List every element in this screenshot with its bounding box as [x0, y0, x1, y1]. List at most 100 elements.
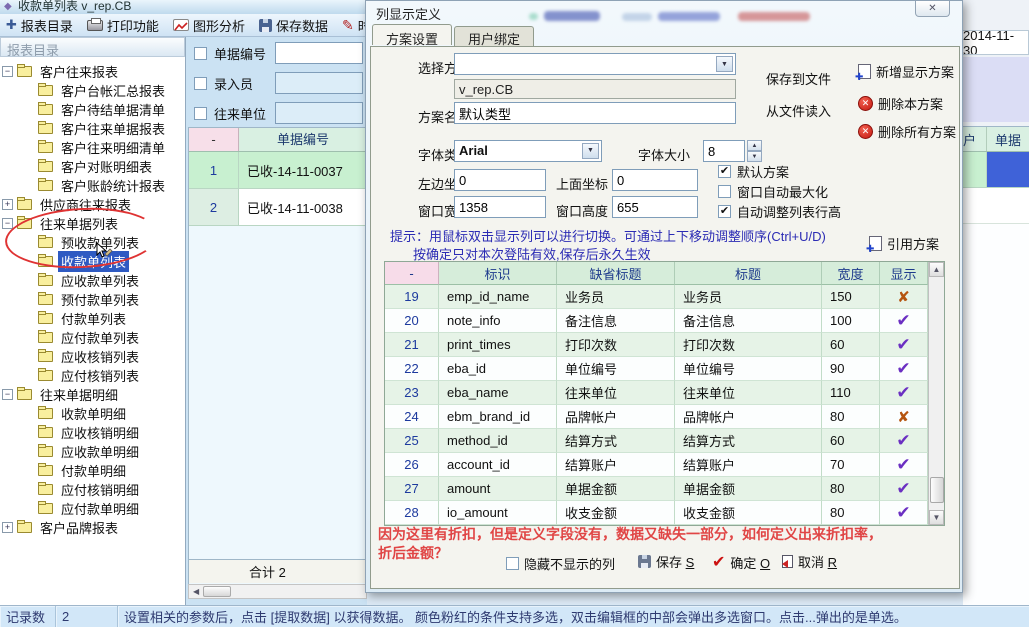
close-icon[interactable]: ✕: [915, 1, 950, 17]
font-size-input[interactable]: [703, 140, 745, 162]
hidden-x-icon[interactable]: ✘: [880, 285, 928, 309]
tree-item-label[interactable]: 应收款单列表: [58, 270, 142, 291]
quote-scheme-button[interactable]: 引用方案: [869, 234, 939, 253]
tree-item[interactable]: 应付款单列表: [0, 328, 185, 347]
font-type-select[interactable]: Arial ▼: [454, 140, 602, 162]
date-field[interactable]: 2014-11-30: [963, 30, 1029, 55]
tree-item[interactable]: −往来单据明细: [0, 385, 185, 404]
column-row[interactable]: 19emp_id_name业务员业务员150✘: [385, 285, 928, 309]
tree-item-label[interactable]: 客户往来明细清单: [58, 137, 168, 158]
tree-item[interactable]: 客户往来单据报表: [0, 119, 185, 138]
checkbox-checked-icon[interactable]: ✔: [718, 205, 731, 218]
entry-clerk-checkbox[interactable]: [194, 77, 207, 90]
tree-item[interactable]: − 客户往来报表: [0, 62, 185, 81]
font-size-stepper[interactable]: ▲▼: [747, 140, 762, 162]
visible-check-icon[interactable]: ✔: [880, 381, 928, 405]
column-row[interactable]: 20note_info备注信息备注信息100✔: [385, 309, 928, 333]
option-checkbox[interactable]: ✔默认方案: [718, 161, 841, 181]
expand-icon[interactable]: +: [2, 199, 13, 210]
tree-item[interactable]: 收款单明细: [0, 404, 185, 423]
doc-no-cell[interactable]: 已收-14-11-0037: [239, 152, 367, 188]
visible-check-icon[interactable]: ✔: [880, 453, 928, 477]
delete-scheme-button[interactable]: ✕ 删除本方案: [858, 94, 943, 113]
doc-no-input[interactable]: [275, 42, 363, 64]
delete-all-schemes-button[interactable]: ✕ 删除所有方案: [858, 122, 956, 141]
tree-item-label[interactable]: 付款单明细: [58, 460, 129, 481]
checkbox-box[interactable]: [718, 185, 731, 198]
column-row[interactable]: 26account_id结算账户结算账户70✔: [385, 453, 928, 477]
checkbox-box[interactable]: [506, 557, 519, 570]
tree-item-label[interactable]: 客户往来单据报表: [58, 118, 168, 139]
hide-columns-checkbox[interactable]: 隐藏不显示的列: [506, 554, 615, 573]
tree-item[interactable]: 付款单列表: [0, 309, 185, 328]
tree-item[interactable]: +客户品牌报表: [0, 518, 185, 537]
scroll-left-icon[interactable]: ◀: [189, 587, 203, 596]
column-row[interactable]: 21print_times打印次数打印次数60✔: [385, 333, 928, 357]
window-height-input[interactable]: [612, 196, 698, 218]
tree-item[interactable]: 客户账龄统计报表: [0, 176, 185, 195]
scheme-select[interactable]: ▼: [454, 53, 736, 75]
tree-item[interactable]: 客户台帐汇总报表: [0, 81, 185, 100]
grid-row[interactable]: 1 已收-14-11-0037: [189, 152, 367, 189]
ok-button[interactable]: ✔ 确定 O: [712, 552, 770, 572]
column-row[interactable]: 24ebm_brand_id品牌帐户品牌帐户80✘: [385, 405, 928, 429]
report-catalog-button[interactable]: ✚ 报表目录: [6, 16, 73, 35]
counterparty-input[interactable]: [275, 102, 363, 124]
visible-check-icon[interactable]: ✔: [880, 429, 928, 453]
tree-item[interactable]: 应付核销明细: [0, 480, 185, 499]
tree-item-label[interactable]: 预付款单列表: [58, 289, 142, 310]
grid-row[interactable]: 2 已收-14-11-0038: [189, 189, 367, 226]
column-row[interactable]: 22eba_id单位编号单位编号90✔: [385, 357, 928, 381]
top-coord-input[interactable]: [612, 169, 698, 191]
visible-check-icon[interactable]: ✔: [880, 309, 928, 333]
collapse-icon[interactable]: −: [2, 66, 13, 77]
load-from-file-link[interactable]: 从文件读入: [766, 101, 831, 120]
tree-item[interactable]: 应收款单明细: [0, 442, 185, 461]
column-row[interactable]: 28io_amount收支金额收支金额80✔: [385, 501, 928, 525]
tree-item[interactable]: 客户往来明细清单: [0, 138, 185, 157]
tree-item-label[interactable]: 客户对账明细表: [58, 156, 155, 177]
option-checkbox[interactable]: 窗口自动最大化: [718, 181, 841, 201]
tree-item[interactable]: 应付款单明细: [0, 499, 185, 518]
tree-item[interactable]: 应收核销列表: [0, 347, 185, 366]
tree-item-label[interactable]: 应付款单列表: [58, 327, 142, 348]
visible-check-icon[interactable]: ✔: [880, 501, 928, 525]
tree-item[interactable]: 应付核销列表: [0, 366, 185, 385]
tree-item-label[interactable]: 收款单明细: [58, 403, 129, 424]
tree-item-label[interactable]: 应收核销列表: [58, 346, 142, 367]
tab-scheme-settings[interactable]: 方案设置: [372, 24, 452, 45]
tree-item[interactable]: 应收核销明细: [0, 423, 185, 442]
visible-check-icon[interactable]: ✔: [880, 477, 928, 501]
scrollbar-thumb[interactable]: [930, 477, 944, 503]
counterparty-checkbox[interactable]: [194, 107, 207, 120]
print-button[interactable]: 打印功能: [87, 16, 159, 35]
scroll-down-icon[interactable]: ▼: [929, 510, 944, 525]
tab-user-binding[interactable]: 用户绑定: [454, 26, 534, 47]
spin-up-icon[interactable]: ▲: [747, 140, 762, 151]
tree-item-label[interactable]: 客户账龄统计报表: [58, 175, 168, 196]
tree-item-label[interactable]: 应付核销明细: [58, 479, 142, 500]
column-row[interactable]: 25method_id结算方式结算方式60✔: [385, 429, 928, 453]
left-coord-input[interactable]: [454, 169, 546, 191]
tree-item-label[interactable]: 客户往来报表: [37, 61, 121, 82]
vertical-scrollbar[interactable]: ▲ ▼: [928, 262, 944, 525]
dialog-titlebar[interactable]: 列显示定义 ✕: [366, 1, 962, 23]
grid-header-doc-no[interactable]: 单据编号: [239, 128, 367, 151]
save-data-button[interactable]: 保存数据: [259, 16, 328, 35]
collapse-icon[interactable]: −: [2, 389, 13, 400]
column-row[interactable]: 23eba_name往来单位往来单位110✔: [385, 381, 928, 405]
cancel-button[interactable]: 取消 R: [782, 552, 837, 571]
checkbox-checked-icon[interactable]: ✔: [718, 165, 731, 178]
tree-item[interactable]: 客户待结单据清单: [0, 100, 185, 119]
tree-item-label[interactable]: 应付款单明细: [58, 498, 142, 519]
scrollbar-thumb[interactable]: [203, 586, 231, 597]
save-button[interactable]: 保存 S: [638, 552, 694, 571]
tree-item-label[interactable]: 付款单列表: [58, 308, 129, 329]
column-row[interactable]: 27amount单据金额单据金额80✔: [385, 477, 928, 501]
entry-clerk-input[interactable]: [275, 72, 363, 94]
visible-check-icon[interactable]: ✔: [880, 357, 928, 381]
tree-item-label[interactable]: 客户台帐汇总报表: [58, 80, 168, 101]
hidden-x-icon[interactable]: ✘: [880, 405, 928, 429]
tree-item[interactable]: 预付款单列表: [0, 290, 185, 309]
save-to-file-link[interactable]: 保存到文件: [766, 69, 831, 88]
